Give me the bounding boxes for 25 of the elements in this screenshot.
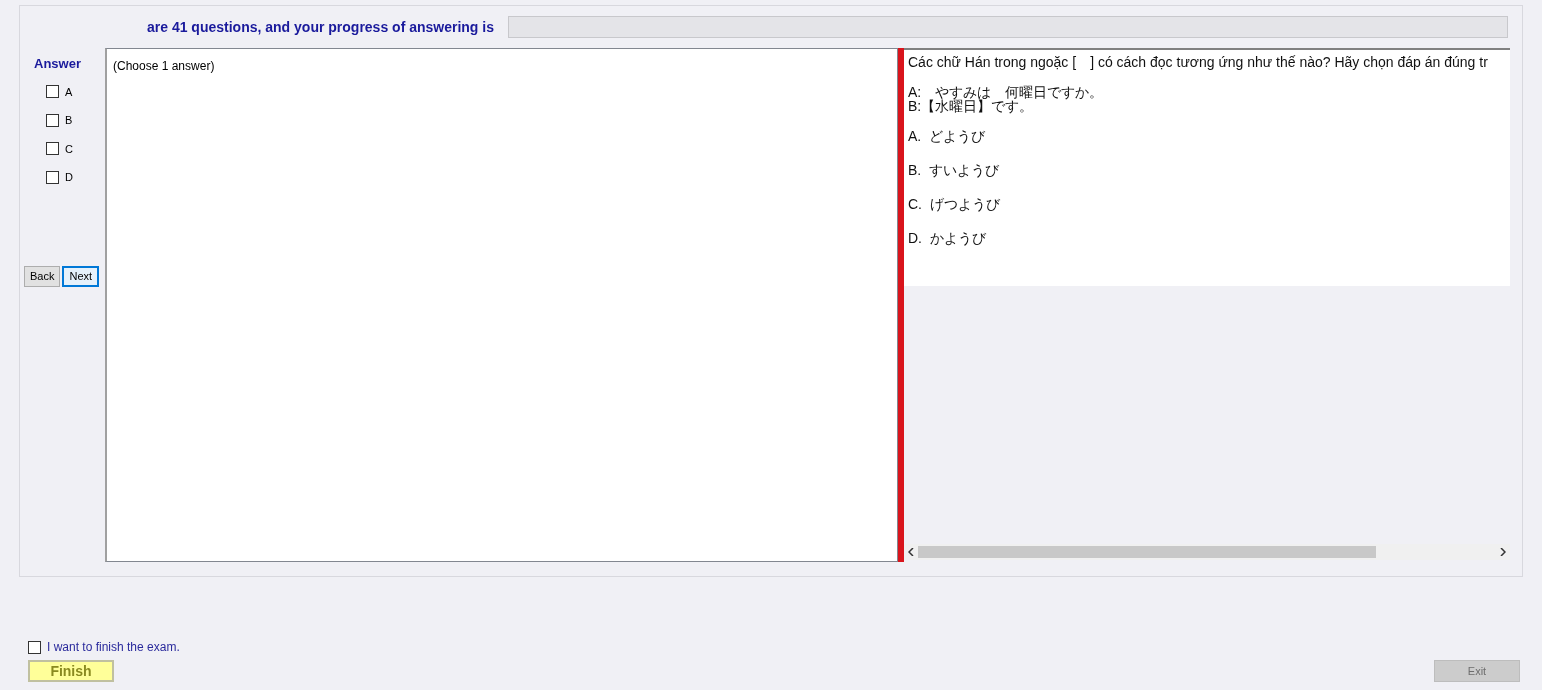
- option-label: C: [65, 141, 73, 157]
- answer-hint: (Choose 1 answer): [113, 59, 215, 73]
- nav-button[interactable]: Next: [62, 265, 100, 287]
- progress-text: are 41 questions, and your progress of answering is: [147, 17, 494, 37]
- checkbox[interactable]: [46, 170, 59, 184]
- choice-text: C. げつようび: [908, 195, 1001, 214]
- choice-text: D. かようび: [908, 229, 987, 248]
- checkbox[interactable]: [28, 640, 41, 654]
- question-prompt: Các chữ Hán trong ngoặc [ ] có cách đọc tương ứng như thế nào? Hãy chọn đáp án đúng tr: [908, 53, 1489, 72]
- dialogue-line: B:【水曜日】です。: [908, 99, 1034, 113]
- checkbox[interactable]: [46, 142, 59, 156]
- choice-text: B. すいようび: [908, 161, 1000, 180]
- nav-button[interactable]: Back: [24, 265, 61, 287]
- checkbox[interactable]: [46, 113, 59, 127]
- answer-area[interactable]: (Choose 1 answer): [105, 48, 898, 562]
- scroll-thumb[interactable]: [918, 546, 1376, 558]
- option-label: D: [65, 170, 73, 185]
- option-label: B: [65, 113, 73, 128]
- dialogue-line: A: やすみは 何曜日ですか。: [908, 85, 1105, 99]
- option-label: A: [65, 84, 73, 100]
- horizontal-scrollbar[interactable]: [904, 544, 1510, 560]
- answer-heading: Answer: [33, 55, 82, 73]
- confirm-label: I want to finish the exam.: [47, 639, 180, 656]
- choice-text: A. どようび: [908, 127, 986, 146]
- checkbox[interactable]: [46, 85, 59, 99]
